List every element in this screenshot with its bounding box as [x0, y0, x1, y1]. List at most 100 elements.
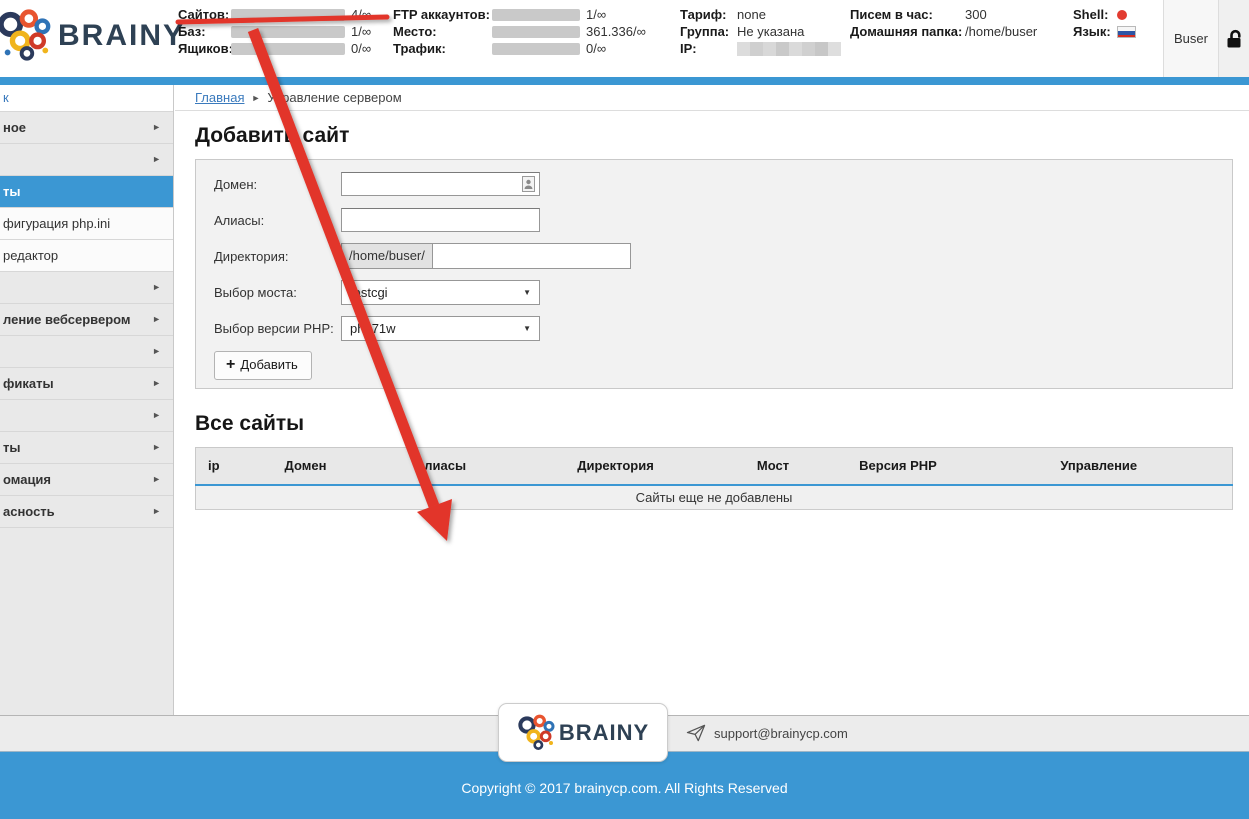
support-email-link[interactable]: support@brainycp.com: [714, 726, 848, 741]
domain-input[interactable]: [341, 172, 540, 196]
php-version-label: Выбор версии PHP:: [214, 321, 341, 336]
logout-button[interactable]: [1218, 0, 1249, 77]
breadcrumb: Главная ► Управление сервером: [175, 85, 1249, 111]
progress-bar: [231, 43, 345, 55]
col-ip: ip: [196, 448, 246, 485]
group-value: Не указана: [737, 24, 804, 39]
shell-status-icon: [1117, 10, 1127, 20]
chevron-right-icon: ►: [152, 368, 161, 399]
home-folder-value: /home/buser: [965, 24, 1037, 39]
mail-column: Писем в час:300 Домашняя папка:/home/bus…: [850, 8, 1037, 42]
all-sites-title: Все сайты: [195, 412, 1233, 436]
footer-brand-name: BRAINY: [559, 720, 649, 746]
progress-bar: [492, 43, 580, 55]
caret-down-icon: ▼: [523, 288, 531, 297]
empty-state-row: Сайты еще не добавлены: [196, 485, 1233, 510]
stat-label: Домашняя папка:: [850, 24, 965, 39]
stat-value: 0/∞: [351, 41, 371, 56]
stat-value: 1/∞: [351, 24, 371, 39]
stat-label: Сайтов:: [178, 7, 231, 22]
paper-plane-icon: [686, 724, 706, 742]
sidebar-item-editor[interactable]: редактор: [0, 240, 173, 272]
sidebar-item-0[interactable]: к: [0, 85, 173, 112]
tariff-value: none: [737, 7, 766, 22]
sidebar-item-sites-selected[interactable]: ты: [0, 176, 173, 208]
chevron-right-icon: ►: [152, 272, 161, 303]
aliases-label: Алиасы:: [214, 213, 341, 228]
directory-input[interactable]: [432, 243, 631, 269]
stat-label: Место:: [393, 24, 492, 39]
sidebar-item-certificates[interactable]: фикаты►: [0, 368, 173, 400]
progress-bar: [492, 9, 580, 21]
user-menu[interactable]: Buser: [1163, 0, 1218, 77]
chevron-right-icon: ►: [152, 112, 161, 143]
breadcrumb-current: Управление сервером: [267, 90, 401, 105]
stat-label: Группа:: [680, 24, 737, 39]
sidebar-item-php-ini[interactable]: фигурация php.ini: [0, 208, 173, 240]
sidebar-item-webserver[interactable]: ление вебсервером►: [0, 304, 173, 336]
sidebar-menu: к ное► ► ты фигурация php.ini редактор ►…: [0, 85, 174, 715]
add-site-button[interactable]: + Добавить: [214, 351, 312, 380]
progress-bar: [231, 9, 345, 21]
php-version-select[interactable]: php71w ▼: [341, 316, 540, 341]
stat-label: IP:: [680, 41, 737, 56]
bridge-select[interactable]: fastcgi ▼: [341, 280, 540, 305]
brainy-logo: BRAINY: [0, 8, 185, 64]
col-aliases: Алиасы: [366, 448, 516, 485]
plus-icon: +: [226, 356, 235, 374]
sidebar-item-8[interactable]: ►: [0, 336, 173, 368]
stat-label: Тариф:: [680, 7, 737, 22]
col-php-version: Версия PHP: [831, 448, 966, 485]
breadcrumb-home-link[interactable]: Главная: [195, 90, 244, 105]
sidebar-item-security[interactable]: асность►: [0, 496, 173, 528]
russian-flag-icon[interactable]: [1117, 26, 1136, 38]
chevron-right-icon: ►: [152, 464, 161, 495]
php-selected-value: php71w: [350, 321, 396, 336]
col-directory: Директория: [516, 448, 716, 485]
copyright-text: Copyright © 2017 brainycp.com. All Right…: [461, 780, 787, 819]
empty-state-text: Сайты еще не добавлены: [196, 485, 1233, 510]
stat-label: Баз:: [178, 24, 231, 39]
autofill-icon: [522, 176, 535, 192]
sidebar-item-automation[interactable]: омация►: [0, 464, 173, 496]
stat-label: Ящиков:: [178, 41, 231, 56]
chevron-right-icon: ►: [152, 144, 161, 175]
breadcrumb-separator-icon: ►: [251, 93, 260, 103]
stat-value: 1/∞: [586, 7, 606, 22]
quota-column-sites: Сайтов: 4/∞ Баз: 1/∞ Ящиков: 0/∞: [178, 8, 371, 59]
sites-table-header-row: ip Домен Алиасы Директория Мост Версия P…: [196, 448, 1233, 485]
sidebar-filler: [0, 528, 173, 715]
brainycp-page: BRAINY Сайтов:4/∞ Баз:1/∞ Ящиков:0/∞ FTP…: [0, 0, 1249, 819]
add-site-form: Домен: Алиасы: Директория: /home/buser/: [195, 159, 1233, 389]
language-label: Язык:: [1073, 24, 1117, 39]
chevron-right-icon: ►: [152, 400, 161, 431]
progress-bar: [492, 26, 580, 38]
stat-label: Трафик:: [393, 41, 492, 56]
col-bridge: Мост: [716, 448, 831, 485]
stat-value: 4/∞: [351, 7, 371, 22]
sidebar-item-1[interactable]: ное►: [0, 112, 173, 144]
progress-bar: [231, 26, 345, 38]
header-accent-bar: [0, 77, 1249, 85]
bridge-label: Выбор моста:: [214, 285, 341, 300]
col-management: Управление: [966, 448, 1233, 485]
bridge-selected-value: fastcgi: [350, 285, 388, 300]
sidebar-item-10[interactable]: ►: [0, 400, 173, 432]
username: Buser: [1174, 31, 1208, 46]
sidebar-item-6[interactable]: ►: [0, 272, 173, 304]
gear-brain-icon: [517, 714, 557, 752]
aliases-input[interactable]: [341, 208, 540, 232]
chevron-right-icon: ►: [152, 336, 161, 367]
sidebar-item-2[interactable]: ►: [0, 144, 173, 176]
quota-column-ftp: FTP аккаунтов:1/∞ Место:361.336/∞ Трафик…: [393, 8, 646, 59]
sidebar-item-11[interactable]: ты►: [0, 432, 173, 464]
chevron-right-icon: ►: [152, 304, 161, 335]
caret-down-icon: ▼: [523, 324, 531, 333]
gear-brain-icon: [0, 8, 54, 64]
footer-logo-card: BRAINY: [498, 703, 668, 762]
add-site-title: Добавить сайт: [195, 124, 1233, 148]
support-contact: support@brainycp.com: [686, 715, 848, 751]
redacted-ip-value: [737, 42, 841, 56]
stat-label: Писем в час:: [850, 7, 965, 22]
stat-value: 361.336/∞: [586, 24, 646, 39]
